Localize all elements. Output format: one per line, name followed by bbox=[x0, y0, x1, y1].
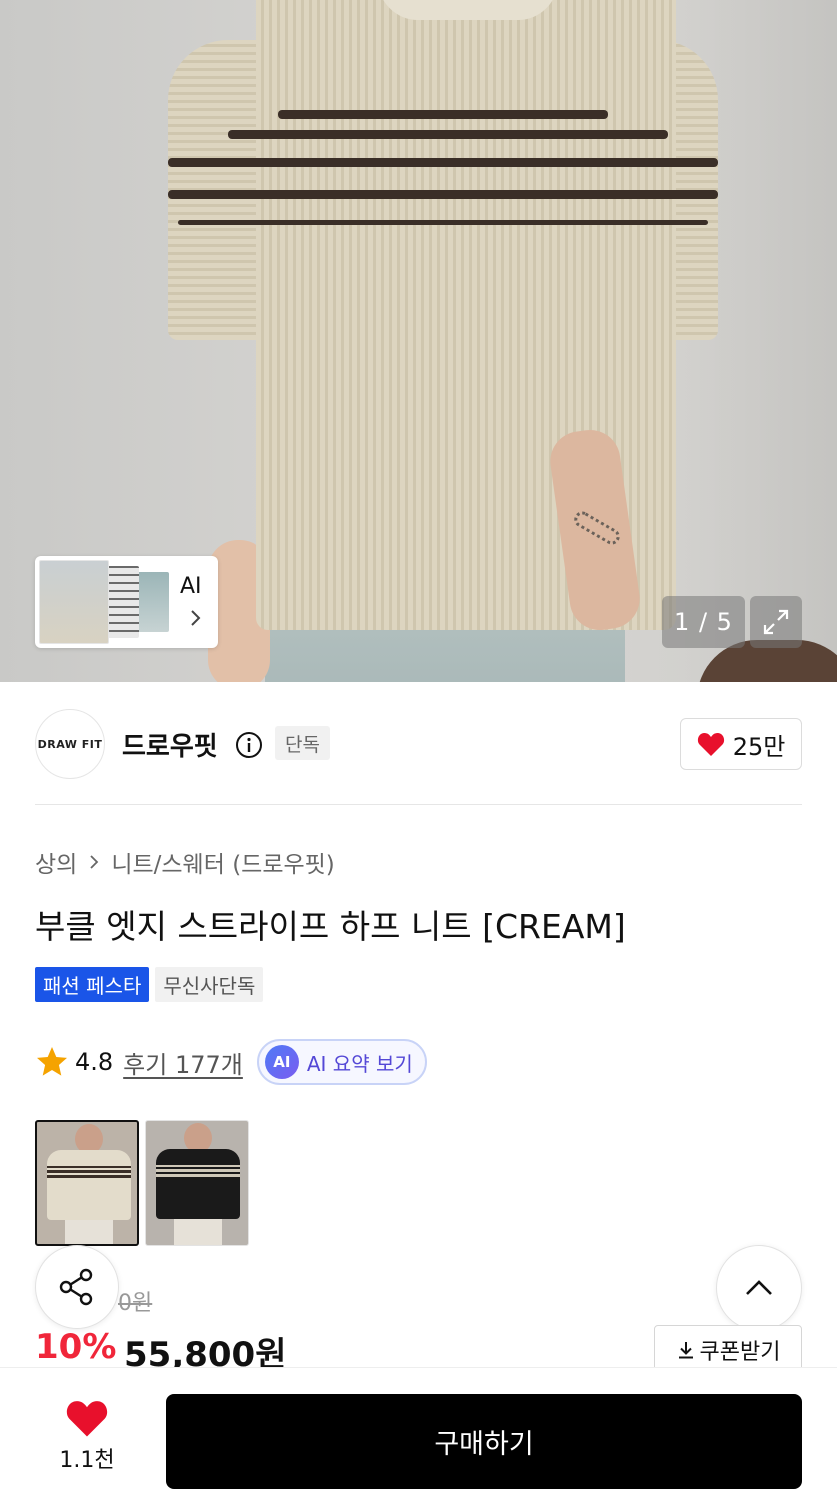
breadcrumb: 상의 니트/스웨터 (드로우핏) bbox=[35, 845, 335, 879]
expand-image-button[interactable] bbox=[750, 596, 802, 648]
color-option-cream[interactable] bbox=[35, 1120, 139, 1246]
download-icon bbox=[678, 1342, 693, 1359]
heart-icon bbox=[66, 1401, 108, 1437]
info-icon[interactable] bbox=[235, 731, 263, 759]
image-pager: 1 / 5 bbox=[662, 596, 745, 648]
bottom-action-bar: 1.1천 구매하기 bbox=[0, 1367, 837, 1500]
product-tags: 패션 페스타 무신사단독 bbox=[35, 967, 264, 1002]
product-title: 부클 엣지 스트라이프 하프 니트 [CREAM] bbox=[35, 907, 626, 946]
expand-icon bbox=[763, 609, 789, 635]
model-legs bbox=[174, 1219, 222, 1245]
brand-name[interactable]: 드로우핏 bbox=[122, 726, 218, 763]
ai-style-thumbnails[interactable]: AI bbox=[35, 556, 218, 648]
buy-button[interactable]: 구매하기 bbox=[166, 1394, 802, 1489]
review-count-link[interactable]: 후기 177개 bbox=[123, 1045, 243, 1080]
share-icon bbox=[59, 1268, 93, 1306]
sweater-stripe bbox=[168, 158, 718, 167]
model-legs bbox=[65, 1220, 113, 1244]
color-option-black[interactable] bbox=[145, 1120, 249, 1246]
chevron-up-icon bbox=[746, 1280, 772, 1295]
sweater-stripe bbox=[278, 110, 608, 119]
sweater-neckline bbox=[378, 0, 558, 20]
fashion-festa-tag[interactable]: 패션 페스타 bbox=[35, 967, 150, 1002]
rating-score: 4.8 bbox=[75, 1048, 114, 1076]
rating-row: 4.8 후기 177개 AI AI 요약 보기 bbox=[35, 1039, 427, 1085]
stripe-band bbox=[156, 1165, 240, 1177]
brand-like-button[interactable]: 25만 bbox=[680, 718, 802, 770]
coupon-label: 쿠폰받기 bbox=[699, 1340, 781, 1365]
scroll-top-button[interactable] bbox=[716, 1245, 802, 1331]
sweater-stripe bbox=[168, 190, 718, 199]
brand-like-count: 25만 bbox=[732, 732, 786, 761]
chevron-right-icon bbox=[90, 855, 99, 869]
ai-thumbnail bbox=[135, 572, 169, 632]
breadcrumb-category[interactable]: 상의 bbox=[35, 845, 77, 879]
share-button[interactable] bbox=[35, 1245, 119, 1329]
exclusive-badge: 단독 bbox=[275, 726, 330, 760]
ai-summary-label: AI 요약 보기 bbox=[306, 1051, 413, 1076]
product-image-gallery[interactable]: AI 1 / 5 bbox=[0, 0, 837, 682]
ai-summary-button[interactable]: AI AI 요약 보기 bbox=[256, 1039, 427, 1085]
heart-icon bbox=[697, 733, 724, 756]
ai-badge-icon: AI bbox=[264, 1045, 299, 1079]
product-sweater bbox=[168, 0, 718, 640]
sweater-stripe bbox=[178, 220, 708, 225]
shirt-swatch bbox=[156, 1149, 240, 1219]
ai-label: AI bbox=[180, 574, 202, 599]
shirt-swatch bbox=[47, 1150, 131, 1220]
discount-rate: 10% bbox=[35, 1327, 117, 1367]
sweater-stripe bbox=[228, 130, 668, 139]
breadcrumb-subcategory[interactable]: 니트/스웨터 (드로우핏) bbox=[111, 845, 334, 879]
chevron-right-icon bbox=[191, 610, 201, 626]
ai-thumbnail bbox=[105, 566, 139, 638]
wishlist-button[interactable]: 1.1천 bbox=[40, 1398, 134, 1474]
ai-thumbnail bbox=[39, 560, 109, 644]
stripe-band bbox=[47, 1166, 131, 1178]
musinsa-exclusive-tag: 무신사단독 bbox=[155, 967, 264, 1002]
original-price: 0원 bbox=[118, 1291, 153, 1316]
brand-logo[interactable]: DRAW FIT bbox=[35, 709, 105, 779]
wishlist-count: 1.1천 bbox=[59, 1448, 115, 1473]
divider bbox=[35, 804, 802, 805]
star-icon bbox=[37, 1047, 67, 1076]
